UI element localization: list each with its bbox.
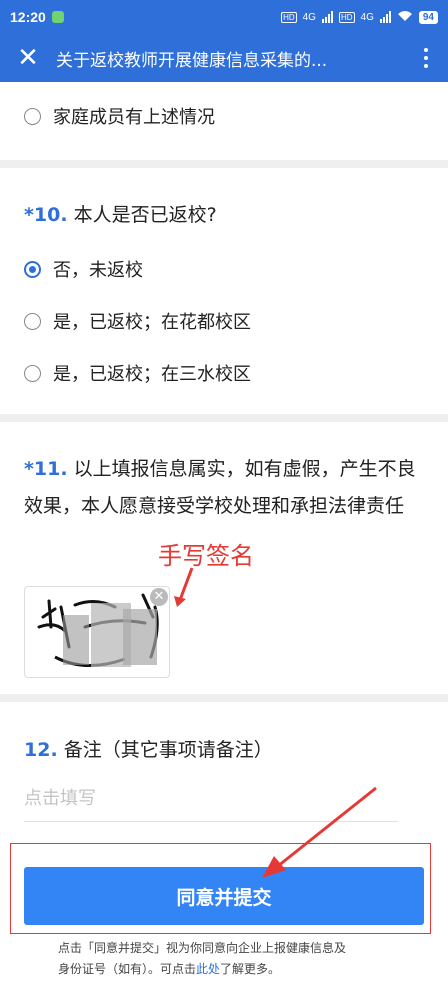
delete-signature-icon[interactable]: ✕ (150, 588, 168, 606)
q10-option-1[interactable]: 否，未返校 (0, 243, 448, 295)
question-text: 以上填报信息属实，如有虚假，产生不良效果，本人愿意接受学校处理和承担法律责任 (24, 458, 416, 517)
network-type-1: 4G (302, 11, 316, 23)
status-bar: 12:20 HD 4G HD 4G 94 (0, 0, 448, 34)
question-number: 12. (24, 739, 58, 761)
close-icon[interactable]: ✕ (0, 43, 56, 73)
question-text: 本人是否已返校? (73, 204, 217, 226)
status-time: 12:20 (10, 9, 46, 25)
radio-icon[interactable] (24, 107, 41, 125)
status-icons: HD 4G HD 4G 94 (281, 10, 438, 25)
option-label: 否，未返校 (53, 260, 143, 281)
question-text: 备注（其它事项请备注） (63, 739, 273, 761)
radio-checked-icon[interactable] (24, 260, 41, 278)
consent-footer: 点击「同意并提交」视为你同意向企业上报健康信息及 身份证号（如有）。可点击此处了… (0, 938, 448, 984)
q10-option-2[interactable]: 是，已返校；在花都校区 (0, 295, 448, 347)
signal-icon (321, 11, 333, 23)
wifi-icon (397, 10, 413, 25)
annotation-arrow-icon (174, 567, 194, 607)
question-title: 12. 备注（其它事项请备注） (0, 732, 448, 768)
q10-option-3[interactable]: 是，已返校；在三水校区 (0, 347, 448, 399)
q9-option-family[interactable]: 家庭成员有上述情况 (0, 90, 448, 142)
footer-line-2: 身份证号（如有）。可点击此处了解更多。 (58, 962, 281, 976)
title-bar: ✕ 关于返校教师开展健康信息采集的... (0, 34, 448, 82)
radio-icon[interactable] (24, 312, 41, 330)
option-label: 家庭成员有上述情况 (53, 107, 215, 128)
question-10-card: *10. 本人是否已返校? 否，未返校 是，已返校；在花都校区 是，已返校；在三… (0, 168, 448, 414)
option-label: 是，已返校；在三水校区 (53, 364, 251, 385)
question-number: *11. (24, 458, 68, 480)
question-title: *11. 以上填报信息属实，如有虚假，产生不良效果，本人愿意接受学校处理和承担法… (0, 451, 448, 525)
network-type-2: 4G (360, 11, 374, 23)
battery-icon: 94 (418, 10, 438, 24)
footer-line-1: 点击「同意并提交」视为你同意向企业上报健康信息及 (58, 941, 347, 955)
hd-icon: HD (281, 11, 297, 23)
option-label: 是，已返校；在花都校区 (53, 312, 251, 333)
more-menu-icon[interactable] (404, 48, 448, 68)
signature-image[interactable] (24, 586, 170, 678)
learn-more-link[interactable]: 此处 (196, 962, 220, 976)
hd-icon-2: HD (338, 11, 355, 23)
radio-icon[interactable] (24, 364, 41, 382)
question-number: *10. (24, 204, 68, 226)
app-notification-icon (51, 11, 64, 23)
question-title: *10. 本人是否已返校? (0, 197, 448, 233)
annotation-arrow-icon-2 (262, 786, 377, 878)
question-9-card: 家庭成员有上述情况 (0, 82, 448, 160)
page-title: 关于返校教师开展健康信息采集的... (56, 50, 328, 71)
signal-icon-2 (379, 11, 391, 23)
